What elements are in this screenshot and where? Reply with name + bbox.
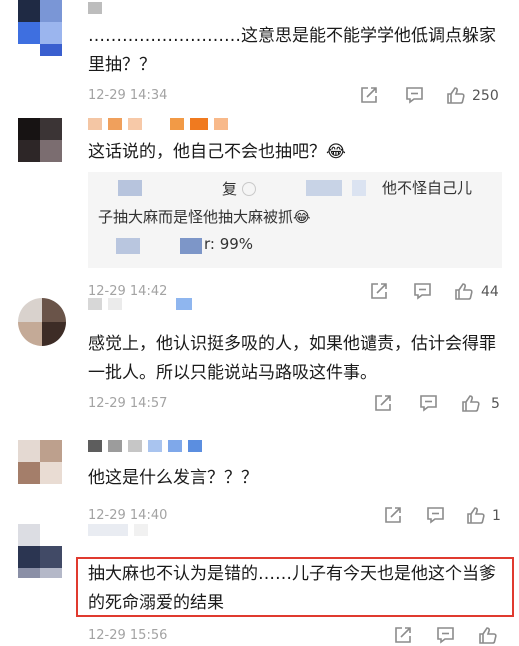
comment-icon[interactable] — [419, 394, 438, 414]
quote-mention-redacted — [352, 180, 366, 196]
like-icon[interactable] — [446, 86, 466, 106]
comment-time: 12-29 15:56 — [88, 628, 168, 643]
like-count: 250 — [472, 88, 499, 104]
comment-meta: 12-29 14:34 250 — [88, 86, 506, 106]
comment-text: 感觉上，他认识挺多吸的人，如果他谴责，估计会得罪一批人。所以只能说站马路吸这件事… — [88, 334, 496, 383]
like-count: 5 — [491, 396, 500, 412]
like-icon[interactable] — [478, 626, 498, 646]
share-icon[interactable] — [374, 394, 392, 414]
username-redacted[interactable] — [88, 2, 108, 16]
username-redacted[interactable] — [88, 118, 234, 132]
share-icon[interactable] — [394, 626, 412, 646]
quote-stat-redacted — [180, 238, 202, 254]
comment-icon[interactable] — [436, 626, 455, 646]
comment-meta: 12-29 14:57 5 — [88, 394, 506, 414]
comment-text: 他这是什么发言？？？ — [88, 468, 258, 488]
avatar[interactable] — [18, 0, 62, 56]
comment-1: ………………………这意思是能不能学学他低调点躲家里抽？？ 12-29 14:34… — [0, 0, 519, 108]
quote-mention-redacted — [306, 180, 342, 196]
quote-reply-label: 复 — [222, 180, 238, 198]
avatar[interactable] — [18, 440, 62, 484]
comment-2: 这话说的，他自己不会也抽吧？😂 复 他不怪自己儿 子抽大麻而是怪他抽大麻被抓😂 … — [0, 108, 519, 308]
share-icon[interactable] — [360, 86, 378, 106]
spinner-icon — [242, 182, 256, 196]
username-redacted[interactable] — [88, 524, 154, 538]
avatar[interactable] — [18, 298, 66, 346]
comment-meta: 12-29 15:56 — [88, 626, 506, 646]
username-redacted[interactable] — [88, 298, 198, 312]
quote-username-redacted — [118, 180, 142, 196]
quote-stat-redacted — [116, 238, 140, 254]
comment-3: 感觉上，他认识挺多吸的人，如果他谴责，估计会得罪一批人。所以只能说站马路吸这件事… — [0, 294, 519, 424]
quote-stat: r: 99% — [204, 235, 254, 253]
avatar[interactable] — [18, 118, 62, 162]
quote-text-2: 子抽大麻而是怪他抽大麻被抓😂 — [98, 208, 311, 226]
highlight-box — [76, 557, 514, 617]
comment-text: 这话说的，他自己不会也抽吧？😂 — [88, 142, 346, 162]
username-redacted[interactable] — [88, 440, 208, 454]
comment-time: 12-29 14:34 — [88, 88, 168, 103]
comment-text: ………………………这意思是能不能学学他低调点躲家里抽？？ — [88, 26, 496, 75]
comment-4: 他这是什么发言？？？ 12-29 14:40 1 — [0, 434, 519, 530]
quoted-reply[interactable]: 复 他不怪自己儿 子抽大麻而是怪他抽大麻被抓😂 r: 99% — [88, 172, 502, 268]
avatar[interactable] — [18, 524, 62, 578]
comment-time: 12-29 14:57 — [88, 396, 168, 411]
comment-icon[interactable] — [405, 86, 424, 106]
quote-text-1: 他不怪自己儿 — [382, 179, 473, 197]
like-icon[interactable] — [461, 394, 481, 414]
